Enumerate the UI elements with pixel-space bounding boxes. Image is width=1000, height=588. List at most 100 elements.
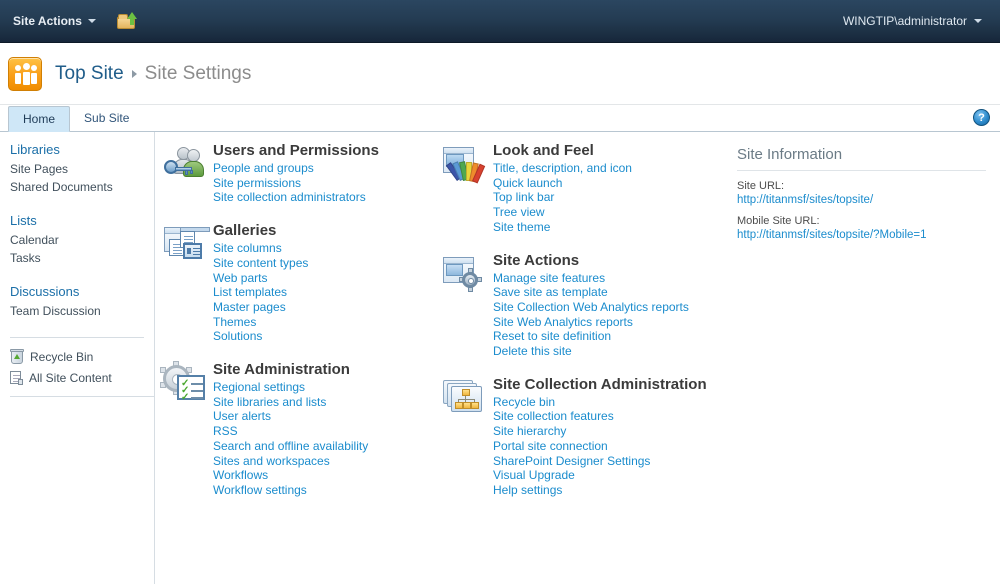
link-workflow-settings[interactable]: Workflow settings (213, 483, 425, 498)
galleries-icon (163, 225, 210, 265)
site-actions-icon (443, 255, 487, 295)
section-body: Galleries Site columns Site content type… (213, 222, 425, 344)
sidebar-bottom-divider (10, 396, 154, 397)
link-themes[interactable]: Themes (213, 315, 425, 330)
site-information-panel: Site Information Site URL: http://titanm… (725, 142, 1000, 584)
link-list-templates[interactable]: List templates (213, 285, 425, 300)
sidebar-item-team-discussion[interactable]: Team Discussion (10, 302, 154, 320)
sidebar-item-all-site-content[interactable]: All Site Content (10, 367, 154, 388)
site-collection-administration-icon (443, 379, 487, 419)
breadcrumb: Top Site Site Settings (55, 63, 251, 85)
tab-sub-site[interactable]: Sub Site (70, 106, 143, 132)
chevron-down-icon (974, 19, 982, 23)
site-information-title: Site Information (737, 146, 986, 171)
link-reset-to-site-definition[interactable]: Reset to site definition (493, 329, 715, 344)
section-title: Users and Permissions (213, 142, 379, 159)
section-body: Users and Permissions People and groups … (213, 142, 425, 205)
settings-column-2: Look and Feel Title, description, and ic… (435, 142, 725, 584)
breadcrumb-site-link[interactable]: Top Site (55, 63, 124, 85)
link-title-description-and-icon[interactable]: Title, description, and icon (493, 161, 715, 176)
link-web-parts[interactable]: Web parts (213, 271, 425, 286)
link-portal-site-connection[interactable]: Portal site connection (493, 439, 715, 454)
section-body: Site Collection Administration Recycle b… (493, 376, 715, 498)
section-title: Galleries (213, 222, 277, 240)
link-regional-settings[interactable]: Regional settings (213, 380, 425, 395)
link-workflows[interactable]: Workflows (213, 468, 425, 483)
all-site-content-label: All Site Content (29, 370, 112, 385)
link-site-collection-web-analytics-reports[interactable]: Site Collection Web Analytics reports (493, 300, 715, 315)
section-icon-wrap (443, 376, 493, 498)
sidebar-heading-lists[interactable]: Lists (10, 213, 154, 228)
navigate-up-icon[interactable] (116, 12, 137, 30)
section-look-and-feel: Look and Feel Title, description, and ic… (443, 142, 715, 235)
link-sites-and-workspaces[interactable]: Sites and workspaces (213, 454, 425, 469)
sidebar-item-site-pages[interactable]: Site Pages (10, 160, 154, 178)
sidebar-item-recycle-bin[interactable]: Recycle Bin (10, 346, 154, 367)
link-search-and-offline-availability[interactable]: Search and offline availability (213, 439, 425, 454)
section-body: Site Actions Manage site features Save s… (493, 252, 715, 359)
link-visual-upgrade[interactable]: Visual Upgrade (493, 468, 715, 483)
link-site-columns[interactable]: Site columns (213, 241, 425, 256)
link-site-hierarchy[interactable]: Site hierarchy (493, 424, 715, 439)
section-site-administration: ✓ ✓ ✓ Site Administration Regional setti… (160, 361, 425, 498)
page-title: Site Settings (144, 62, 252, 84)
section-body: Look and Feel Title, description, and ic… (493, 142, 715, 235)
page-title-area: Top Site Site Settings (0, 43, 1000, 105)
section-title: Site Collection Administration (493, 375, 707, 393)
link-user-alerts[interactable]: User alerts (213, 409, 425, 424)
link-delete-this-site[interactable]: Delete this site (493, 344, 715, 359)
tab-home[interactable]: Home (8, 106, 71, 132)
recycle-bin-icon (10, 349, 24, 364)
sidebar-divider (10, 337, 144, 338)
section-icon-wrap (443, 252, 493, 359)
site-logo-icon[interactable] (8, 56, 42, 91)
site-actions-menu[interactable]: Site Actions (9, 11, 103, 31)
link-site-theme[interactable]: Site theme (493, 220, 715, 235)
link-top-link-bar[interactable]: Top link bar (493, 190, 715, 205)
section-users-and-permissions: Users and Permissions People and groups … (163, 142, 425, 205)
section-site-collection-administration: Site Collection Administration Recycle b… (443, 376, 715, 498)
sidebar-item-calendar[interactable]: Calendar (10, 231, 154, 249)
link-recycle-bin[interactable]: Recycle bin (493, 395, 715, 410)
sidebar-item-shared-documents[interactable]: Shared Documents (10, 178, 154, 196)
link-help-settings[interactable]: Help settings (493, 483, 715, 498)
sidebar-item-tasks[interactable]: Tasks (10, 249, 154, 267)
chevron-down-icon (87, 19, 96, 23)
settings-column-1: Users and Permissions People and groups … (155, 142, 435, 584)
nav-group-lists: Lists Calendar Tasks (10, 213, 154, 267)
link-site-permissions[interactable]: Site permissions (213, 176, 425, 191)
link-site-content-types[interactable]: Site content types (213, 256, 425, 271)
link-site-web-analytics-reports[interactable]: Site Web Analytics reports (493, 315, 715, 330)
section-icon-wrap: ✓ ✓ ✓ (160, 361, 213, 498)
nav-group-discussions: Discussions Team Discussion (10, 284, 154, 320)
link-tree-view[interactable]: Tree view (493, 205, 715, 220)
link-quick-launch[interactable]: Quick launch (493, 176, 715, 191)
section-title: Site Administration (213, 361, 350, 379)
section-site-actions: Site Actions Manage site features Save s… (443, 252, 715, 359)
section-galleries: Galleries Site columns Site content type… (163, 222, 425, 344)
site-url-label: Site URL: (737, 180, 785, 192)
link-site-collection-administrators[interactable]: Site collection administrators (213, 190, 425, 205)
page-body: Libraries Site Pages Shared Documents Li… (0, 132, 1000, 584)
top-ribbon-bar: Site Actions WINGTIP\administrator (0, 0, 1000, 43)
sidebar-heading-libraries[interactable]: Libraries (10, 142, 154, 157)
help-icon[interactable]: ? (973, 109, 990, 126)
recycle-bin-label: Recycle Bin (30, 349, 94, 364)
sidebar-heading-discussions[interactable]: Discussions (10, 284, 154, 299)
link-site-collection-features[interactable]: Site collection features (493, 409, 715, 424)
link-rss[interactable]: RSS (213, 424, 425, 439)
mobile-site-url-label: Mobile Site URL: (737, 215, 820, 227)
link-site-libraries-and-lists[interactable]: Site libraries and lists (213, 395, 425, 410)
link-manage-site-features[interactable]: Manage site features (493, 271, 715, 286)
section-icon-wrap (443, 142, 493, 235)
user-menu[interactable]: WINGTIP\administrator (837, 11, 988, 31)
link-sharepoint-designer-settings[interactable]: SharePoint Designer Settings (493, 454, 715, 469)
link-solutions[interactable]: Solutions (213, 329, 425, 344)
link-people-and-groups[interactable]: People and groups (213, 161, 425, 176)
site-url-link[interactable]: http://titanmsf/sites/topsite/ (737, 194, 986, 206)
link-master-pages[interactable]: Master pages (213, 300, 425, 315)
section-icon-wrap (163, 142, 213, 205)
link-save-site-as-template[interactable]: Save site as template (493, 285, 715, 300)
mobile-site-url-link[interactable]: http://titanmsf/sites/topsite/?Mobile=1 (737, 229, 986, 241)
site-administration-icon: ✓ ✓ ✓ (160, 361, 207, 404)
